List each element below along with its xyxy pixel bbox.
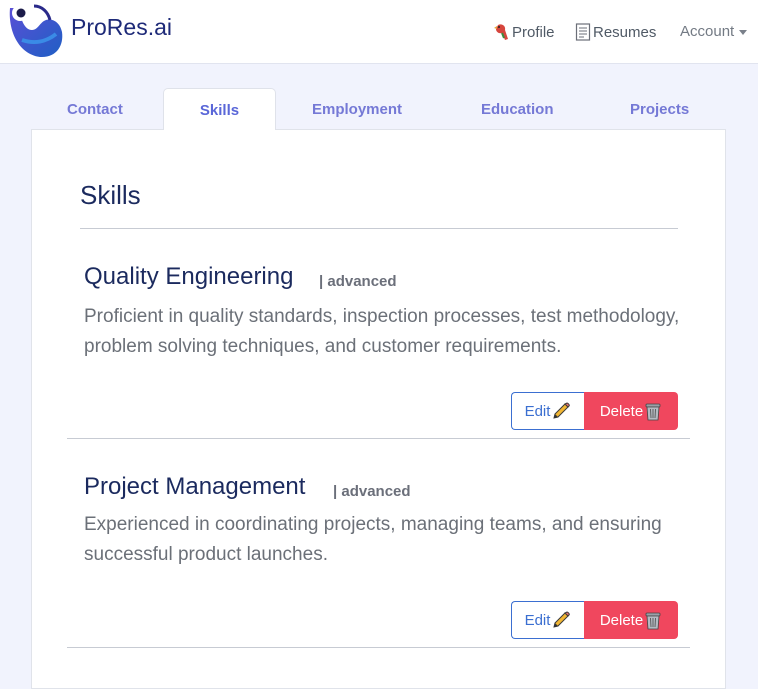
brand-name[interactable]: ProRes.ai xyxy=(71,14,172,41)
document-icon xyxy=(575,23,591,41)
tab-projects[interactable]: Projects xyxy=(630,101,689,118)
nav-resumes-label: Resumes xyxy=(593,23,657,41)
trash-icon xyxy=(645,612,661,630)
item-divider xyxy=(67,647,690,648)
nav-account-label: Account xyxy=(680,23,735,40)
tab-contact-label: Contact xyxy=(67,101,123,118)
logo-icon[interactable] xyxy=(6,0,64,58)
title-divider xyxy=(80,228,678,229)
item-divider xyxy=(67,438,690,439)
edit-button-label: Edit xyxy=(524,402,551,420)
pencil-icon xyxy=(553,611,571,628)
tab-skills[interactable]: Skills xyxy=(163,88,276,130)
delete-button-label: Delete xyxy=(599,402,644,420)
skill-level: | advanced xyxy=(319,273,397,290)
tab-employment-label: Employment xyxy=(312,101,403,118)
skill-level: | advanced xyxy=(333,483,411,500)
nav-profile-label: Profile xyxy=(512,23,555,41)
tab-employment[interactable]: Employment xyxy=(312,101,402,118)
parrot-icon xyxy=(494,24,508,40)
skill-name: Project Management xyxy=(84,473,306,500)
tab-education[interactable]: Education xyxy=(481,101,554,118)
nav-resumes-link[interactable]: Resumes xyxy=(575,23,656,41)
nav-profile-link[interactable]: Profile xyxy=(493,23,555,41)
tab-skills-label: Skills xyxy=(199,102,240,119)
delete-button[interactable]: Delete xyxy=(584,392,678,430)
top-navbar: ProRes.ai Profile Resumes Account xyxy=(0,0,758,64)
skill-actions: Edit Delete xyxy=(511,601,678,639)
delete-button[interactable]: Delete xyxy=(584,601,678,639)
trash-icon xyxy=(645,403,661,421)
skill-description: Proficient in quality standards, inspect… xyxy=(84,306,680,357)
delete-button-label: Delete xyxy=(599,611,644,629)
skill-description: Experienced in coordinating projects, ma… xyxy=(84,514,662,565)
skill-name: Quality Engineering xyxy=(84,263,294,290)
pencil-icon xyxy=(553,402,571,419)
section-title: Skills xyxy=(80,180,141,210)
edit-button-label: Edit xyxy=(524,611,551,629)
edit-button[interactable]: Edit xyxy=(511,601,584,639)
tab-contact[interactable]: Contact xyxy=(67,101,123,118)
tab-education-label: Education xyxy=(481,101,554,118)
caret-down-icon xyxy=(739,30,748,35)
tab-projects-label: Projects xyxy=(630,101,690,118)
skill-actions: Edit Delete xyxy=(511,392,678,430)
edit-button[interactable]: Edit xyxy=(511,392,584,430)
nav-account-dropdown[interactable]: Account xyxy=(680,23,748,40)
